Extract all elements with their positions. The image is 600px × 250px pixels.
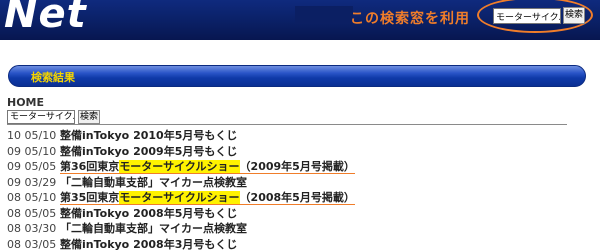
- site-logo[interactable]: Net: [4, 0, 87, 38]
- result-row: 08 03/30 「二輪自動車支部」マイカー点検教室: [7, 221, 587, 237]
- result-row: 08 05/05 整備inTokyo 2008年5月号もくじ: [7, 206, 587, 222]
- keyword-highlight: モーターサイクルショー: [119, 191, 240, 204]
- site-header: Net この検索窓を利用 モーターサイクル 検索: [0, 0, 600, 40]
- result-link[interactable]: 「二輪自動車支部」マイカー点検教室: [60, 176, 247, 189]
- results-list: 10 05/10 整備inTokyo 2010年5月号もくじ 09 05/10 整備…: [7, 128, 587, 250]
- section-title-bar: 検索結果: [8, 65, 586, 87]
- divider: [7, 124, 567, 125]
- result-link[interactable]: 第36回東京モーターサイクルショー（2009年5月号掲載）: [60, 160, 355, 174]
- result-row: 10 05/10 整備inTokyo 2010年5月号もくじ: [7, 128, 587, 144]
- result-date: 08 05/10: [7, 191, 57, 204]
- result-date: 09 05/10: [7, 144, 57, 158]
- result-row: 09 05/05 第36回東京モーターサイクルショー（2009年5月号掲載）: [7, 159, 587, 175]
- result-date: 08 05/05: [7, 206, 57, 220]
- result-row: 08 05/10 第35回東京モーターサイクルショー（2008年5月号掲載）: [7, 190, 587, 206]
- result-link[interactable]: 整備inTokyo 2008年5月号もくじ: [60, 207, 237, 220]
- header-search-input[interactable]: モーターサイクル: [493, 8, 561, 24]
- header-blank-area: [295, 6, 353, 24]
- keyword-highlight: モーターサイクルショー: [119, 160, 240, 173]
- header-search-button[interactable]: 検索: [563, 7, 585, 24]
- search-input[interactable]: モーターサイクル: [7, 110, 75, 124]
- result-date: 09 05/05: [7, 160, 57, 173]
- result-link[interactable]: 整備inTokyo 2009年5月号もくじ: [60, 145, 237, 158]
- result-row: 09 03/29 「二輪自動車支部」マイカー点検教室: [7, 175, 587, 191]
- result-link[interactable]: 整備inTokyo 2010年5月号もくじ: [60, 129, 237, 142]
- result-link[interactable]: 「二輪自動車支部」マイカー点検教室: [60, 222, 247, 235]
- result-link[interactable]: 第35回東京モーターサイクルショー（2008年5月号掲載）: [60, 191, 355, 205]
- breadcrumb-home[interactable]: HOME: [7, 96, 44, 109]
- result-date: 10 05/10: [7, 129, 57, 142]
- result-date: 08 03/30: [7, 222, 57, 235]
- search-button[interactable]: 検索: [78, 110, 100, 124]
- search-hint-annotation: この検索窓を利用: [350, 11, 470, 27]
- result-date: 08 03/05: [7, 237, 57, 250]
- result-row: 08 03/05 整備inTokyo 2008年3月号もくじ: [7, 237, 587, 250]
- result-row: 09 05/10 整備inTokyo 2009年5月号もくじ: [7, 144, 587, 160]
- section-title: 検索結果: [31, 71, 75, 84]
- result-link[interactable]: 整備inTokyo 2008年3月号もくじ: [60, 238, 237, 250]
- result-date: 09 03/29: [7, 175, 57, 189]
